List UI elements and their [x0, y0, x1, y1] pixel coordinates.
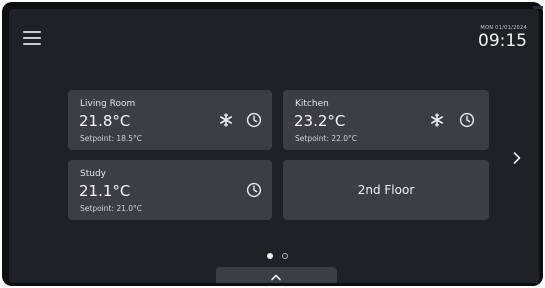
- zone-name: Kitchen: [295, 99, 329, 109]
- floor-tile-2nd-floor[interactable]: 2nd Floor: [283, 160, 489, 220]
- hamburger-menu-icon[interactable]: [23, 30, 41, 46]
- clock-icon[interactable]: [246, 112, 262, 128]
- zone-temperature: 23.2°C: [294, 112, 346, 130]
- drawer-pull-tab[interactable]: [216, 267, 337, 283]
- snowflake-icon: [429, 112, 445, 128]
- floor-label: 2nd Floor: [357, 183, 415, 197]
- zone-setpoint: Setpoint: 22.0°C: [295, 134, 358, 143]
- zone-setpoint: Setpoint: 18.5°C: [80, 134, 143, 143]
- thermostat-device: MON 01/01/2024 09:15 Living Room 21.8°C …: [2, 2, 543, 286]
- zone-temperature: 21.8°C: [79, 112, 131, 130]
- zone-tile-study[interactable]: Study 21.1°C Setpoint: 21.0°C: [68, 160, 272, 220]
- chevron-right-icon[interactable]: [511, 150, 523, 164]
- page-dot-inactive[interactable]: [282, 253, 288, 259]
- snowflake-icon: [218, 112, 234, 128]
- zone-setpoint: Setpoint: 21.0°C: [80, 204, 143, 213]
- zone-tile-living-room[interactable]: Living Room 21.8°C Setpoint: 18.5°C: [68, 90, 272, 150]
- thermostat-screen: MON 01/01/2024 09:15 Living Room 21.8°C …: [9, 9, 539, 283]
- zone-name: Living Room: [80, 99, 136, 109]
- clock-icon[interactable]: [459, 112, 475, 128]
- time-text: 09:15: [478, 31, 527, 51]
- page-dot-active[interactable]: [267, 253, 273, 259]
- zone-name: Study: [80, 169, 106, 179]
- zone-temperature: 21.1°C: [79, 182, 131, 200]
- zone-tile-kitchen[interactable]: Kitchen 23.2°C Setpoint: 22.0°C: [283, 90, 489, 150]
- clock-icon[interactable]: [246, 182, 262, 198]
- chevron-up-icon: [271, 274, 281, 281]
- clock-display: MON 01/01/2024 09:15: [478, 25, 527, 50]
